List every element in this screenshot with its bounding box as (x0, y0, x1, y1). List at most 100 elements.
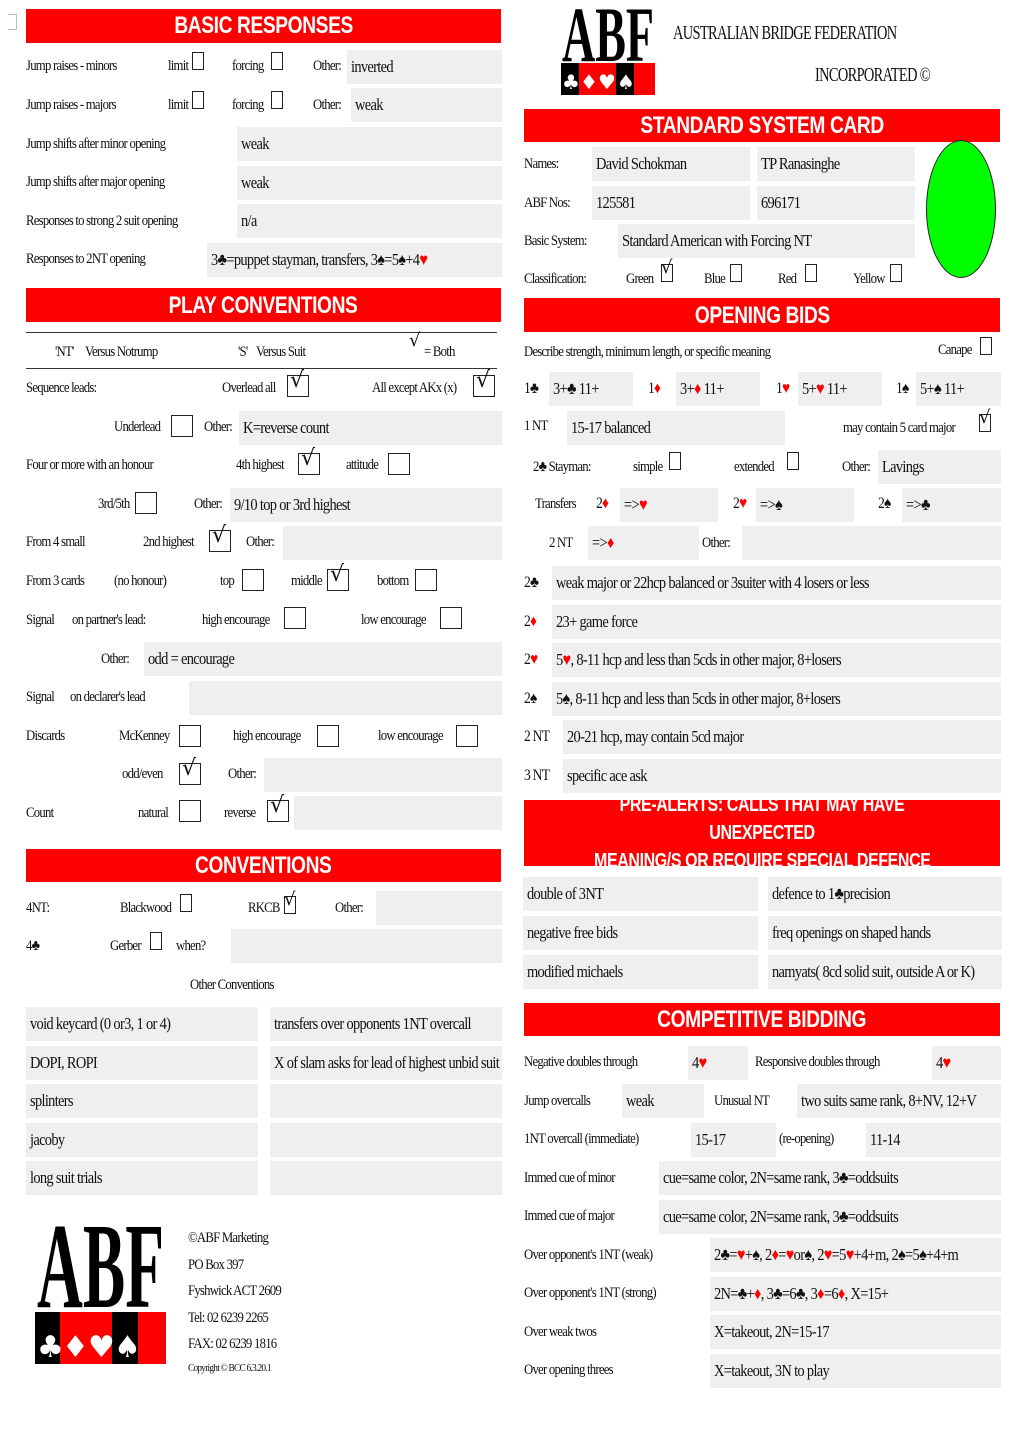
two-level-field[interactable]: 20-21 hcp, may contain 5cd major (563, 720, 1001, 754)
1nt-overcall-field[interactable]: 15-17 (691, 1123, 776, 1157)
corner-checkbox[interactable] (8, 14, 17, 30)
two-level-field[interactable]: specific ace ask (563, 758, 1001, 793)
two-level-field[interactable]: 5♥, 8-11 hcp and less than 5cds in other… (552, 643, 1001, 677)
discards-other-field[interactable] (264, 758, 502, 792)
transfer-other-field[interactable] (742, 526, 1001, 560)
rkcb-checkbox[interactable]: √ (284, 889, 296, 914)
count-other-field[interactable] (294, 796, 502, 830)
gerber-when-field[interactable] (231, 929, 502, 963)
other-convention-left[interactable]: long suit trials (26, 1161, 258, 1195)
2nt-transfer-field[interactable]: =>♦ (588, 526, 699, 560)
cue-major-field[interactable]: cue=same color, 2N=same rank, 3♣=oddsuit… (659, 1200, 1001, 1234)
classification-yellow-checkbox[interactable] (890, 264, 902, 282)
gerber-checkbox[interactable] (150, 932, 162, 950)
abf2-field[interactable]: 696171 (757, 186, 915, 220)
other-convention-left[interactable]: void keycard (0 or3, 1 or 4) (26, 1007, 258, 1041)
threes-field[interactable]: X=takeout, 3N to play (710, 1354, 1001, 1388)
pre-alert-right[interactable]: namyats( 8cd solid suit, outside A or K) (768, 955, 1002, 989)
jump-overcalls-field[interactable]: weak (622, 1084, 704, 1118)
stayman-extended-checkbox[interactable] (787, 452, 799, 470)
signal-other-field[interactable]: odd = encourage (144, 642, 502, 676)
weak-nt-field[interactable]: 2♣=♥+♠, 2♦=♥or♠, 2♥=5♥+4+m, 2♠=5♠+4+m (710, 1238, 1001, 1272)
bottom-checkbox[interactable] (415, 569, 437, 591)
name2-field[interactable]: TP Ranasinghe (757, 147, 915, 181)
pre-alert-left[interactable]: negative free bids (523, 916, 758, 950)
weak-twos-field[interactable]: X=takeout, 2N=15-17 (710, 1315, 1001, 1349)
jump-shifts-major-field[interactable]: weak (237, 166, 502, 200)
canape-checkbox[interactable] (980, 337, 992, 355)
from-4-small-other-field[interactable] (283, 526, 502, 560)
transfer-field[interactable]: =>♣ (902, 488, 1001, 522)
other-convention-right[interactable] (270, 1161, 502, 1195)
jump-raises-minors-other-field[interactable]: inverted (347, 50, 502, 84)
pre-alert-right[interactable]: freq openings on shaped hands (768, 916, 1002, 950)
jump-shifts-minor-field[interactable]: weak (237, 127, 502, 161)
odd-even-checkbox[interactable]: √ (179, 756, 201, 785)
pre-alert-left[interactable]: modified michaels (523, 955, 758, 989)
declarer-lead-field[interactable] (189, 681, 502, 715)
two-level-field[interactable]: 23+ game force (552, 604, 1001, 639)
four-or-more-other-field[interactable]: 9/10 top or 3rd highest (230, 488, 502, 522)
classification-green-checkbox[interactable]: √ (661, 257, 673, 282)
1nt-field[interactable]: 15-17 balanced (567, 411, 785, 445)
unusual-nt-field[interactable]: two suits same rank, 8+NV, 12+V (797, 1084, 1001, 1118)
other-convention-right[interactable]: X of slam asks for lead of highest unbid… (270, 1045, 502, 1080)
third-fifth-checkbox[interactable] (135, 492, 157, 514)
two-level-field[interactable]: weak major or 22hcp balanced or 3suiter … (552, 566, 1001, 600)
discard-low-encourage-checkbox[interactable] (456, 725, 478, 747)
fourth-highest-checkbox[interactable]: √ (298, 446, 320, 475)
underlead-checkbox[interactable] (171, 415, 193, 437)
transfer-field[interactable]: =>♥ (620, 488, 718, 522)
sequence-other-field[interactable]: K=reverse count (239, 411, 502, 445)
attitude-checkbox[interactable] (388, 453, 410, 475)
all-except-checkbox[interactable]: √ (473, 368, 495, 397)
five-card-major-checkbox[interactable]: √ (979, 407, 991, 432)
jump-raises-minors-forcing-checkbox[interactable] (271, 52, 283, 70)
signal-low-encourage-checkbox[interactable] (440, 607, 462, 629)
second-highest-checkbox[interactable]: √ (209, 523, 231, 552)
opening-bid-field[interactable]: 5+♥ 11+ (798, 372, 882, 406)
resp-dbl-field[interactable]: 4♥ (932, 1046, 1001, 1080)
strong-nt-field[interactable]: 2N=♣+♦, 3♣=6♣, 3♦=6♦, X=15+ (710, 1277, 1001, 1311)
responses-2nt-field[interactable]: 3♣=puppet stayman, transfers, 3♠=5♠+4♥ (207, 243, 502, 277)
stayman-simple-checkbox[interactable] (669, 452, 681, 470)
top-checkbox[interactable] (242, 569, 264, 591)
jump-raises-majors-forcing-checkbox[interactable] (271, 91, 283, 109)
name1-field[interactable]: David Schokman (592, 147, 750, 181)
signal-high-encourage-checkbox[interactable] (284, 607, 306, 629)
jump-raises-minors-limit-checkbox[interactable] (192, 52, 204, 70)
jump-raises-majors-limit-checkbox[interactable] (192, 91, 204, 109)
basic-system-field[interactable]: Standard American with Forcing NT (618, 224, 915, 258)
discard-high-encourage-checkbox[interactable] (317, 725, 339, 747)
other-convention-right[interactable] (270, 1084, 502, 1118)
reverse-checkbox[interactable]: √ (267, 793, 289, 822)
two-level-field[interactable]: 5♠, 8-11 hcp and less than 5cds in other… (552, 681, 1001, 716)
other-convention-left[interactable]: DOPI, ROPI (26, 1045, 258, 1080)
other-convention-right[interactable]: transfers over opponents 1NT overcall (270, 1007, 502, 1041)
neg-dbl-field[interactable]: 4♥ (688, 1046, 748, 1080)
transfer-field[interactable]: =>♠ (756, 488, 854, 522)
middle-checkbox[interactable]: √ (327, 562, 349, 591)
classification-blue-checkbox[interactable] (730, 264, 742, 282)
pre-alert-right[interactable]: defence to 1♣precision (768, 877, 1002, 911)
overlead-all-checkbox[interactable]: √ (287, 368, 309, 397)
pre-alert-left[interactable]: double of 3NT (523, 877, 758, 911)
opening-bid-field[interactable]: 3+♦ 11+ (676, 372, 760, 406)
other-convention-left[interactable]: splinters (26, 1084, 258, 1118)
classification-red-checkbox[interactable] (805, 264, 817, 282)
blackwood-checkbox[interactable] (180, 894, 192, 912)
opening-bid-field[interactable]: 3+♣ 11+ (549, 372, 633, 406)
mckenney-checkbox[interactable] (179, 725, 201, 747)
strong-2-suit-field[interactable]: n/a (237, 204, 502, 238)
opening-bid-field[interactable]: 5+♠ 11+ (916, 372, 1001, 406)
4nt-other-field[interactable] (376, 891, 502, 925)
jump-raises-majors-other-field[interactable]: weak (351, 88, 502, 122)
abf1-field[interactable]: 125581 (592, 186, 750, 220)
other-convention-left[interactable]: jacoby (26, 1122, 258, 1157)
natural-checkbox[interactable] (179, 800, 201, 822)
other-convention-right[interactable] (270, 1122, 502, 1157)
stayman-other-field[interactable]: Lavings (878, 450, 1001, 484)
names-label: Names: (524, 156, 559, 172)
cue-minor-field[interactable]: cue=same color, 2N=same rank, 3♣=oddsuit… (659, 1161, 1001, 1195)
reopening-field[interactable]: 11-14 (866, 1123, 1001, 1157)
